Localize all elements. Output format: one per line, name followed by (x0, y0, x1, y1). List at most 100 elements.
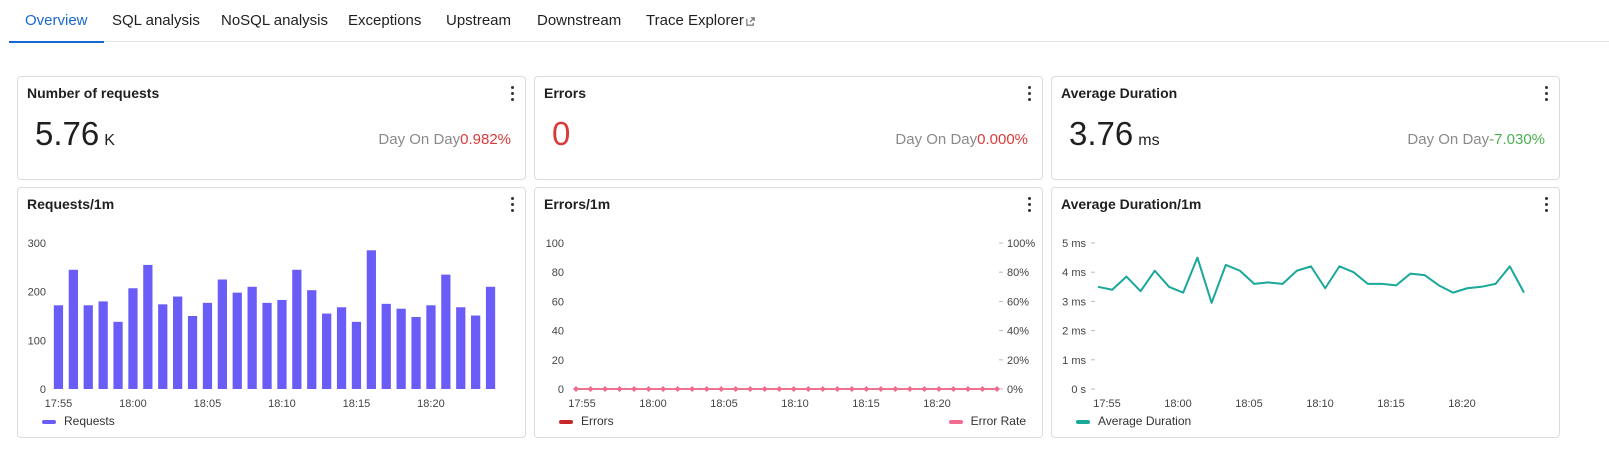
duration-stat-card: Average Duration 3.76 ms Day On Day-7.030… (1051, 76, 1560, 180)
x-tick-label: 18:20 (1448, 398, 1476, 410)
bar (366, 250, 376, 389)
y2-tick-label: 40% (1007, 326, 1029, 338)
bar (336, 307, 347, 389)
y-tick-label: 100 (28, 335, 46, 347)
legend-item[interactable]: Average Duration (1076, 414, 1191, 428)
y-tick-label: 100 (546, 238, 564, 250)
legend-item[interactable]: Requests (42, 414, 115, 428)
errors-stat-card: Errors 0 Day On Day0.000% (534, 76, 1043, 180)
tab-nosql-analysis[interactable]: NoSQL analysis (221, 0, 328, 42)
bar (426, 305, 436, 389)
y-tick-label: 3 ms (1062, 296, 1086, 308)
legend-item[interactable]: Error Rate (948, 414, 1026, 428)
bar (456, 307, 466, 389)
more-menu-icon[interactable] (1541, 83, 1553, 103)
tab-bar: Overview SQL analysis NoSQL analysis Exc… (9, 0, 1609, 43)
y-tick-label: 4 ms (1062, 267, 1086, 279)
day-on-day: Day On Day-7.030% (1407, 131, 1545, 148)
data-point (964, 386, 971, 392)
data-point (776, 386, 783, 392)
data-point (718, 386, 725, 392)
x-tick-label: 17:55 (45, 398, 73, 410)
data-point (761, 386, 768, 392)
data-point (863, 386, 870, 392)
bar (441, 274, 451, 389)
x-tick-label: 18:10 (781, 398, 809, 410)
x-tick-label: 18:15 (852, 398, 880, 410)
bar (277, 299, 287, 389)
more-menu-icon[interactable] (1024, 83, 1036, 103)
data-point (587, 386, 594, 392)
bar (292, 269, 302, 389)
duration-value: 3.76 ms (1069, 115, 1160, 152)
duration-line-chart: 0 s 1 ms 2 ms 3 ms 4 ms 5 ms 17:55 18:00 18:05 18… (1062, 238, 1525, 410)
bar (98, 301, 108, 389)
tab-upstream[interactable]: Upstream (446, 0, 511, 42)
tab-overview[interactable]: Overview (9, 0, 103, 43)
bar (128, 288, 138, 389)
requests-chart-card: Requests/1m 0 100 200 300 17:55 18:00 18:05 18:… (17, 187, 526, 438)
data-point (732, 386, 739, 392)
bar (113, 321, 123, 389)
data-point (877, 386, 884, 392)
card-title: Average Duration (1061, 85, 1178, 101)
bar (396, 308, 406, 389)
x-tick-label: 18:05 (194, 398, 222, 410)
data-point (573, 386, 579, 392)
data-point (616, 386, 623, 392)
y-tick-label: 80 (552, 267, 564, 279)
more-menu-icon[interactable] (507, 83, 519, 103)
x-tick-label: 18:10 (268, 398, 296, 410)
legend-swatch (42, 419, 56, 424)
bar (187, 316, 198, 389)
y2-tick-label: 80% (1007, 267, 1029, 279)
y-tick-label: 1 ms (1062, 355, 1086, 367)
bar (83, 305, 93, 389)
y-tick-label: 20 (552, 355, 564, 367)
bar (232, 292, 242, 389)
data-point (703, 386, 710, 392)
errors-value: 0 (552, 115, 571, 152)
bar (202, 302, 213, 389)
tab-exceptions[interactable]: Exceptions (348, 0, 421, 42)
y2-tick-label: 100% (1007, 238, 1035, 250)
external-link-icon (746, 16, 755, 26)
y2-tick-label: 60% (1007, 296, 1029, 308)
y-tick-label: 40 (552, 326, 564, 338)
bar (143, 264, 153, 389)
x-tick-label: 18:10 (1306, 398, 1334, 410)
y-tick-label: 0 (558, 384, 564, 396)
data-point (921, 386, 928, 392)
tab-trace-explorer[interactable]: Trace Explorer (646, 0, 756, 42)
y-tick-label: 300 (28, 238, 46, 250)
data-point (747, 386, 754, 392)
bar (53, 305, 64, 389)
y-tick-label: 200 (28, 287, 46, 299)
card-title: Errors (544, 85, 587, 101)
tab-sql-analysis[interactable]: SQL analysis (112, 0, 200, 42)
y-tick-label: 0 s (1071, 384, 1086, 396)
bar (158, 304, 168, 389)
card-title: Number of requests (27, 85, 160, 101)
duration-chart-card: Average Duration/1m 0 s1 ms 2 ms 3 ms 4 ms 5… (1051, 187, 1560, 438)
data-point (645, 386, 652, 392)
tab-downstream[interactable]: Downstream (537, 0, 621, 42)
data-point (631, 386, 638, 392)
legend-item[interactable]: Errors (559, 414, 614, 428)
data-point (689, 386, 696, 392)
bar (322, 313, 332, 389)
x-tick-label: 18:15 (343, 398, 371, 410)
bar (217, 279, 227, 389)
x-tick-label: 18:20 (923, 398, 951, 410)
y-tick-label: 0 (40, 384, 46, 396)
requests-stat-card: Number of requests 5.76 K Day On Day0.982… (17, 76, 526, 180)
requests-value: 5.76 K (35, 115, 115, 152)
bar (247, 286, 257, 389)
legend-swatch (559, 419, 573, 424)
y-tick-label: 60 (552, 296, 564, 308)
y-tick-label: 5 ms (1062, 238, 1086, 250)
series-line-average-duration (1097, 256, 1525, 304)
x-tick-label: 18:20 (417, 398, 445, 410)
requests-bar-chart: 0 100 200 300 17:55 18:00 18:05 18:10 18:15 18:20 (28, 238, 496, 410)
bar (471, 315, 481, 389)
